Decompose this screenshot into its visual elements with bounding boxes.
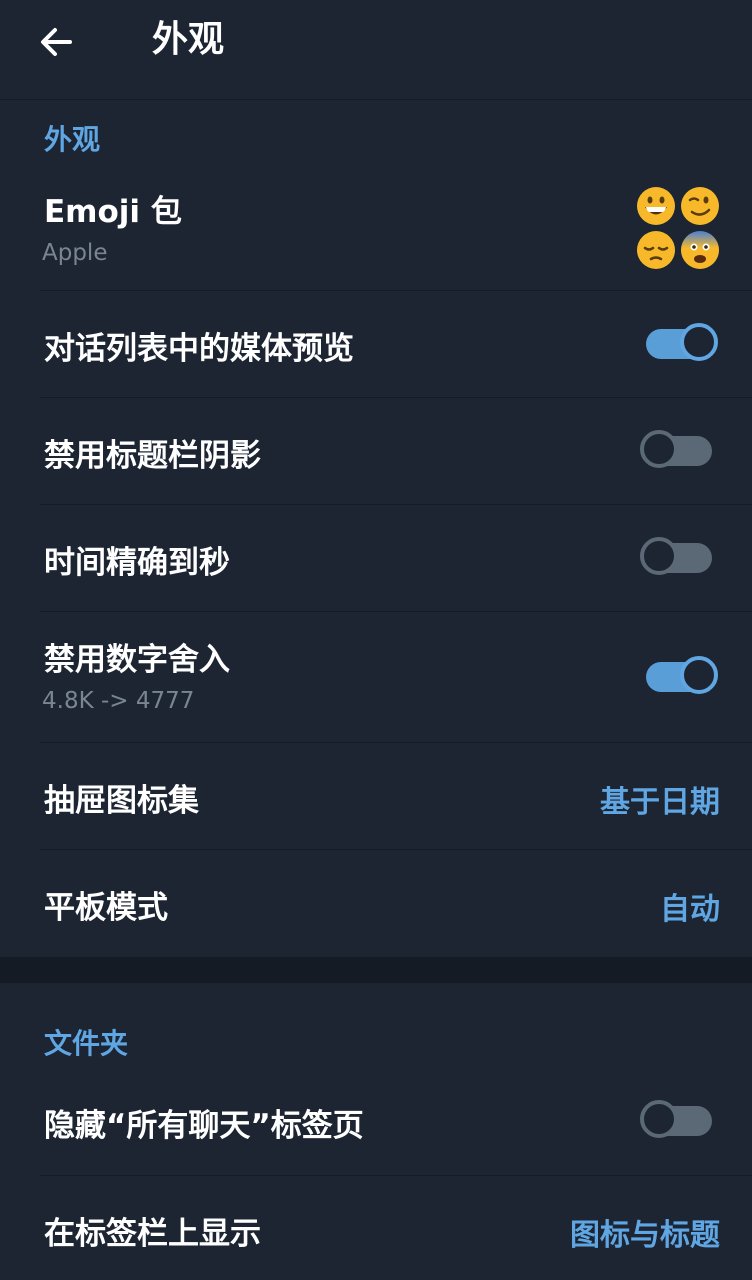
- disable-shadow-title: 禁用标题栏阴影: [44, 438, 261, 474]
- disable-rounding-row[interactable]: 禁用数字舍入 4.8K -> 4777: [0, 612, 752, 742]
- drawer-icons-row[interactable]: 抽屉图标集 基于日期: [0, 743, 752, 849]
- hide-all-chats-title: 隐藏“所有聊天”标签页: [44, 1108, 364, 1144]
- anxious-face-emoji-icon: [681, 231, 719, 269]
- tablet-mode-title: 平板模式: [44, 890, 168, 926]
- app-bar: 外观: [0, 0, 752, 100]
- media-preview-toggle[interactable]: [640, 322, 720, 366]
- media-preview-row[interactable]: 对话列表中的媒体预览: [0, 291, 752, 397]
- arrow-left-icon: [41, 28, 72, 56]
- tab-display-title: 在标签栏上显示: [44, 1216, 261, 1252]
- emoji-preview: [636, 186, 724, 272]
- winking-face-emoji-icon: [681, 187, 719, 225]
- section-separator: [0, 957, 752, 983]
- hide-all-chats-toggle[interactable]: [640, 1099, 720, 1143]
- page-title: 外观: [152, 19, 225, 60]
- emoji-pack-title: Emoji 包: [44, 194, 182, 230]
- emoji-pack-row[interactable]: Emoji 包 Apple: [0, 172, 752, 290]
- grinning-face-emoji-icon: [637, 187, 675, 225]
- disable-shadow-toggle[interactable]: [640, 429, 720, 473]
- back-button[interactable]: [28, 14, 84, 70]
- tablet-mode-value: 自动: [660, 892, 720, 927]
- precise-time-row[interactable]: 时间精确到秒: [0, 505, 752, 611]
- tablet-mode-row[interactable]: 平板模式 自动: [0, 850, 752, 956]
- disable-shadow-row[interactable]: 禁用标题栏阴影: [0, 398, 752, 504]
- section-header-folders: 文件夹: [44, 1027, 129, 1060]
- precise-time-toggle[interactable]: [640, 536, 720, 580]
- tab-display-value: 图标与标题: [570, 1218, 720, 1253]
- hide-all-chats-row[interactable]: 隐藏“所有聊天”标签页: [0, 1068, 752, 1174]
- pensive-face-emoji-icon: [637, 231, 675, 269]
- disable-rounding-toggle[interactable]: [640, 655, 720, 699]
- tab-display-row[interactable]: 在标签栏上显示 图标与标题: [0, 1176, 752, 1280]
- drawer-icons-title: 抽屉图标集: [44, 783, 199, 819]
- precise-time-title: 时间精确到秒: [44, 545, 230, 581]
- disable-rounding-title: 禁用数字舍入: [44, 642, 230, 678]
- media-preview-title: 对话列表中的媒体预览: [44, 331, 354, 367]
- disable-rounding-subtitle: 4.8K -> 4777: [42, 688, 195, 714]
- emoji-pack-subtitle: Apple: [42, 240, 108, 266]
- section-header-appearance: 外观: [44, 123, 101, 156]
- drawer-icons-value: 基于日期: [600, 785, 720, 820]
